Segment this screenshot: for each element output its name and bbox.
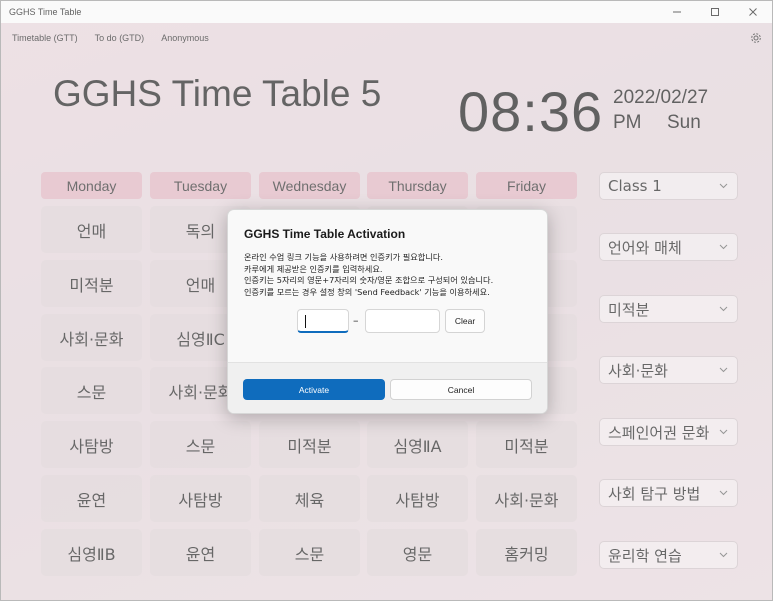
key-separator: – — [353, 314, 359, 327]
dialog-footer: Activate Cancel — [228, 362, 547, 413]
dialog-line: 온라인 수업 링크 기능을 사용하려면 인증키가 필요합니다. — [244, 252, 443, 262]
key-input-part2[interactable] — [365, 309, 440, 333]
clear-button[interactable]: Clear — [445, 309, 485, 333]
cancel-button[interactable]: Cancel — [390, 379, 532, 400]
dialog-title: GGHS Time Table Activation — [244, 227, 406, 241]
app-window: GGHS Time Table Timetable (GTT) To do (G… — [0, 0, 773, 601]
dialog-line: 인증키를 모르는 경우 설정 창의 'Send Feedback' 기능을 이용… — [244, 286, 490, 297]
key-input-part1[interactable] — [297, 309, 349, 333]
dialog-line: 인증키는 5자리의 영문+7자리의 숫자/영문 조합으로 구성되어 있습니다. — [244, 275, 494, 285]
activate-button[interactable]: Activate — [243, 379, 385, 400]
text-caret — [305, 315, 306, 328]
dialog-line: 카루에게 제공받은 인증키를 입력하세요. — [244, 263, 383, 274]
dialog-message: 온라인 수업 링크 기능을 사용하려면 인증키가 필요합니다. 카루에게 제공받… — [244, 252, 539, 298]
activation-dialog: GGHS Time Table Activation 온라인 수업 링크 기능을… — [227, 209, 548, 414]
